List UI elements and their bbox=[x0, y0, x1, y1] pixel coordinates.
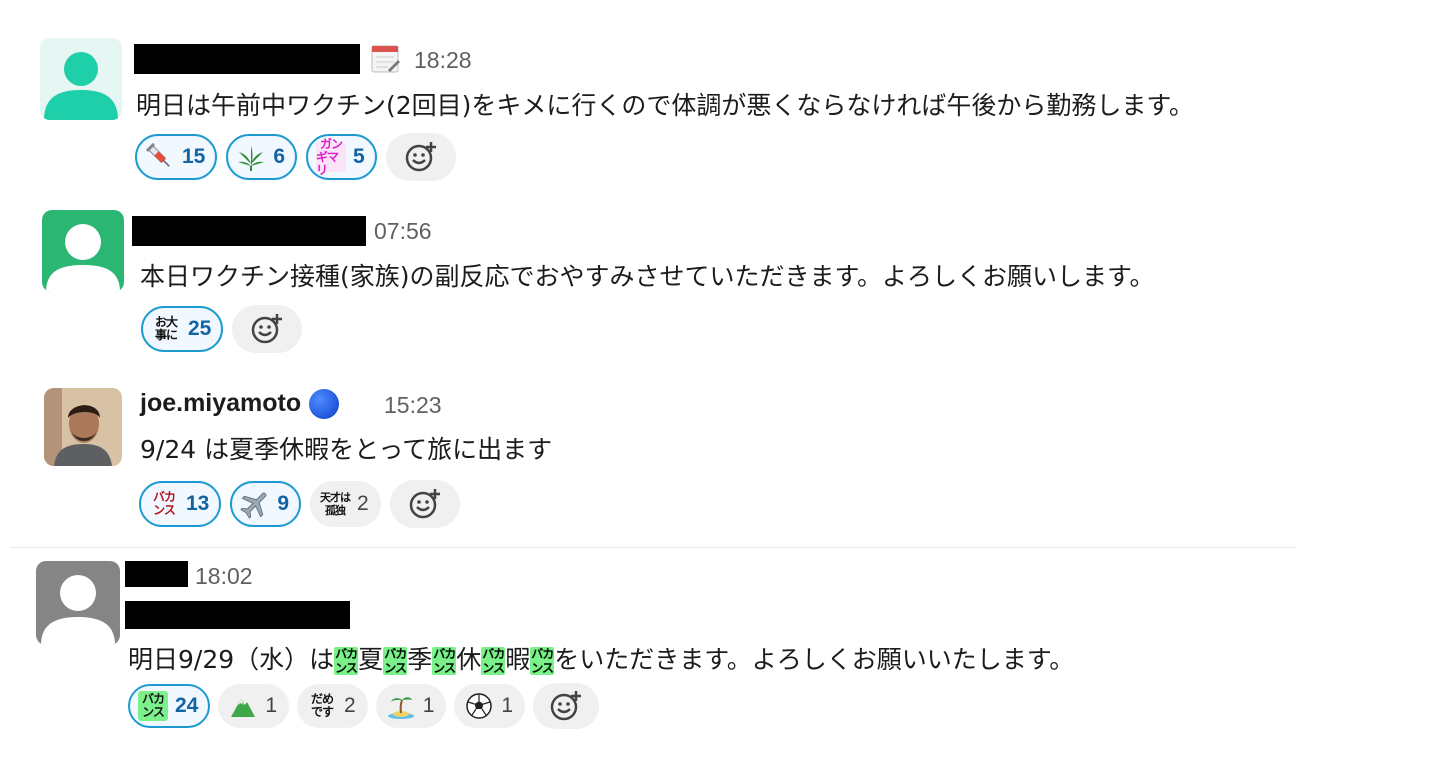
odaijini-emoji: お大 事に bbox=[154, 315, 178, 342]
add-reaction-button[interactable] bbox=[232, 305, 303, 353]
airplane-icon bbox=[240, 492, 267, 519]
syringe-icon bbox=[145, 142, 170, 167]
damedesu-emoji: だめ です bbox=[311, 692, 334, 719]
bakansu-inline-emoji: バカ ンス bbox=[481, 647, 505, 675]
add-reaction-icon bbox=[252, 314, 283, 344]
reaction-tensai-wa-kodoku[interactable]: 天才は 孤独 2 bbox=[310, 481, 381, 527]
reaction-bakansu[interactable]: バカ ンス 24 bbox=[128, 684, 211, 728]
herb-icon bbox=[238, 146, 265, 171]
add-reaction-icon bbox=[409, 489, 440, 519]
reaction-count: 5 bbox=[353, 145, 365, 168]
bakansu-inline-emoji: バカ ンス bbox=[432, 647, 456, 675]
reaction-count: 9 bbox=[277, 492, 290, 515]
user-avatar[interactable] bbox=[36, 561, 120, 645]
reaction-count: 1 bbox=[422, 694, 435, 717]
reaction-count: 2 bbox=[344, 694, 356, 717]
reaction-count: 25 bbox=[188, 317, 212, 340]
add-reaction-button[interactable] bbox=[389, 480, 460, 528]
bakansu-inline-emoji: バカ ンス bbox=[383, 647, 407, 675]
message-text: 本日ワクチン接種(家族)の副反応でおやすみさせていただきます。よろしくお願いしま… bbox=[140, 262, 1155, 291]
desert-island-icon bbox=[387, 697, 414, 719]
mountain-icon bbox=[231, 699, 256, 717]
author-name[interactable]: joe.miyamoto bbox=[140, 389, 340, 420]
bakansu-inline-emoji: バカ ンス bbox=[530, 647, 554, 675]
message-timestamp[interactable]: 18:28 bbox=[414, 47, 472, 74]
calendar-icon bbox=[371, 45, 400, 73]
message-divider bbox=[10, 547, 1295, 548]
reaction-damedesu[interactable]: だめ です 2 bbox=[297, 684, 368, 728]
reaction-bakansu[interactable]: バカ ンス 13 bbox=[139, 481, 222, 527]
reaction-odaijini[interactable]: お大 事に 25 bbox=[141, 306, 224, 352]
reaction-soccer-ball[interactable]: 1 bbox=[454, 684, 526, 728]
message-text: 明日9/29（水）はバカ ンス夏バカ ンス季バカ ンス休バカ ンス暇バカ ンスをいただきま… bbox=[128, 645, 1075, 675]
reaction-bar: バカ ンス 24 1 だめ です 2 1 1 bbox=[128, 683, 600, 729]
reaction-herb[interactable]: 6 bbox=[226, 134, 298, 180]
reaction-count: 1 bbox=[265, 694, 278, 717]
bakansu-emoji: バカ ンス bbox=[138, 691, 168, 721]
add-reaction-icon bbox=[405, 142, 436, 172]
reaction-mountain[interactable]: 1 bbox=[218, 684, 290, 728]
reaction-count: 24 bbox=[175, 694, 199, 717]
soccer-ball-icon bbox=[466, 693, 493, 719]
message-timestamp[interactable]: 15:23 bbox=[384, 392, 442, 419]
reaction-bar: お大 事に 25 bbox=[141, 305, 303, 353]
message-text: 9/24 は夏季休暇をとって旅に出ます bbox=[140, 435, 553, 464]
user-avatar[interactable] bbox=[40, 38, 122, 120]
user-avatar[interactable] bbox=[44, 388, 122, 466]
add-reaction-icon bbox=[550, 691, 582, 721]
tensai-wa-kodoku-emoji: 天才は 孤独 bbox=[320, 491, 351, 517]
redacted-line bbox=[125, 601, 350, 629]
reaction-count: 13 bbox=[186, 492, 210, 515]
user-avatar[interactable] bbox=[42, 210, 124, 292]
reaction-count: 15 bbox=[182, 145, 206, 168]
blue-circle-icon bbox=[309, 389, 340, 420]
message-text: 明日は午前中ワクチン(2回目)をキメに行くので体調が悪くならなければ午後から勤務… bbox=[136, 91, 1194, 120]
reaction-desert-island[interactable]: 1 bbox=[375, 684, 447, 728]
message-timestamp[interactable]: 07:56 bbox=[374, 218, 432, 245]
reaction-airplane[interactable]: 9 bbox=[230, 481, 302, 527]
reaction-count: 1 bbox=[501, 694, 514, 717]
add-reaction-button[interactable] bbox=[385, 133, 456, 181]
reaction-count: 2 bbox=[357, 492, 369, 515]
bakansu-emoji: バカ ンス bbox=[152, 490, 176, 517]
reaction-count: 6 bbox=[273, 145, 286, 168]
message-timestamp[interactable]: 18:02 bbox=[195, 563, 253, 590]
gankimari-emoji: ガン ギマリ bbox=[316, 137, 347, 176]
add-reaction-button[interactable] bbox=[533, 683, 600, 729]
redacted-username bbox=[125, 561, 188, 587]
reaction-bar: 15 6 ガン ギマリ 5 bbox=[135, 133, 456, 181]
redacted-username bbox=[134, 44, 360, 74]
reaction-syringe[interactable]: 15 bbox=[135, 134, 218, 180]
bakansu-inline-emoji: バカ ンス bbox=[334, 647, 358, 675]
reaction-bar: バカ ンス 13 9 天才は 孤独 2 bbox=[139, 480, 460, 528]
redacted-username bbox=[132, 216, 366, 246]
reaction-gankimari[interactable]: ガン ギマリ 5 bbox=[306, 134, 377, 180]
